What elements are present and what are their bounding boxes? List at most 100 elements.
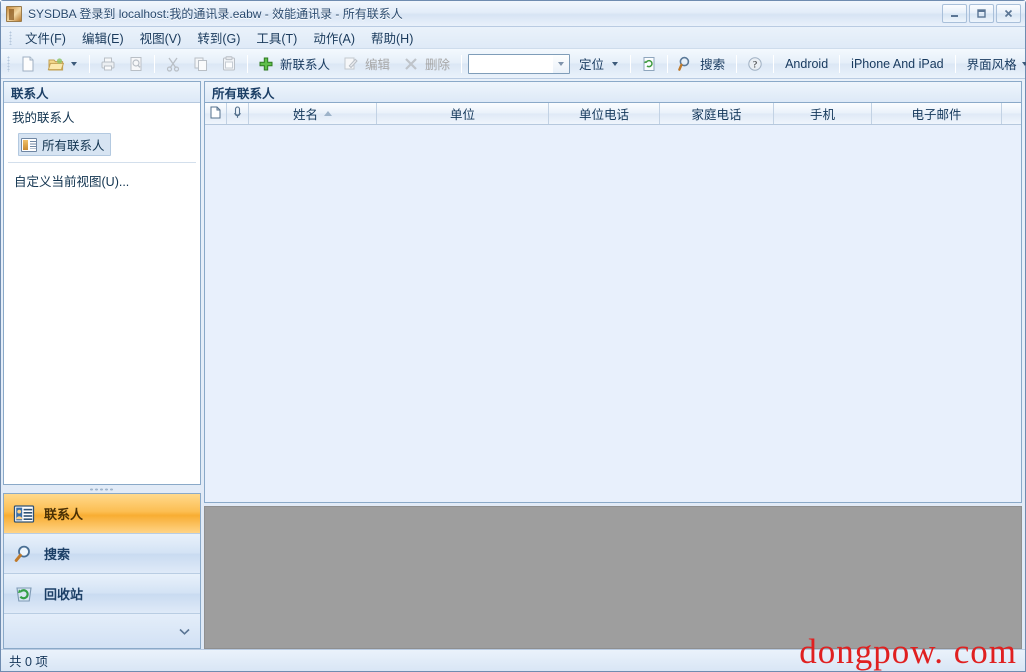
- window-controls: [942, 4, 1023, 23]
- sidebar-item-all-contacts-label: 所有联系人: [42, 135, 105, 154]
- refresh-list-icon: [640, 55, 658, 73]
- new-contact-button[interactable]: 新联系人: [252, 52, 337, 76]
- customize-view-link[interactable]: 自定义当前视图(U)...: [14, 171, 200, 190]
- title-bar: SYSDBA 登录到 localhost:我的通讯录.eabw - 效能通讯录 …: [1, 1, 1025, 27]
- contacts-listview[interactable]: 姓名 单位 单位电话 家庭电话 手机: [204, 102, 1022, 503]
- menu-actions[interactable]: 动作(A): [305, 25, 363, 50]
- locate-combo[interactable]: [468, 54, 570, 74]
- iphone-ipad-button[interactable]: iPhone And iPad: [844, 52, 950, 76]
- iphone-ipad-label: iPhone And iPad: [851, 57, 943, 71]
- nav-button-contacts-label: 联系人: [44, 504, 83, 523]
- edit-button[interactable]: 编辑: [337, 52, 397, 76]
- skin-label: 界面风格: [967, 54, 1017, 73]
- nav-button-search[interactable]: 搜索: [4, 534, 200, 574]
- menu-goto[interactable]: 转到(G): [189, 25, 248, 50]
- open-dropdown-caret[interactable]: [71, 62, 77, 66]
- nav-more-button[interactable]: [4, 614, 200, 648]
- nav-button-recycle-bin[interactable]: 回收站: [4, 574, 200, 614]
- new-button[interactable]: [14, 52, 42, 76]
- locate-input[interactable]: [469, 56, 553, 72]
- column-header-home-phone[interactable]: 家庭电话: [660, 103, 774, 124]
- menu-bar: 文件(F) 编辑(E) 视图(V) 转到(G) 工具(T) 动作(A) 帮助(H…: [1, 27, 1025, 49]
- help-button[interactable]: ?: [741, 52, 769, 76]
- android-label: Android: [785, 57, 828, 71]
- help-icon: ?: [746, 55, 764, 73]
- main-body: 联系人 我的联系人 所有联系人 自定义当前视图(U)...: [1, 79, 1025, 649]
- column-header-company[interactable]: 单位: [377, 103, 549, 124]
- open-button[interactable]: [42, 52, 85, 76]
- column-header-work-phone[interactable]: 单位电话: [549, 103, 660, 124]
- plus-icon: [257, 55, 275, 73]
- toolbar-separator-2: [154, 55, 155, 73]
- toolbar: 新联系人 编辑 删除 定位: [1, 49, 1025, 79]
- new-contact-label: 新联系人: [278, 54, 332, 73]
- paste-icon: [220, 55, 238, 73]
- toolbar-separator-1: [89, 55, 90, 73]
- refresh-list-button[interactable]: [635, 52, 663, 76]
- customize-view-label: 自定义当前视图(U)...: [14, 175, 129, 189]
- delete-button[interactable]: 删除: [397, 52, 457, 76]
- column-header-email[interactable]: 电子邮件: [872, 103, 1002, 124]
- search-label: 搜索: [698, 54, 727, 73]
- locate-button[interactable]: 定位: [572, 52, 626, 76]
- skin-button[interactable]: 界面风格: [960, 52, 1026, 76]
- contact-card-icon: [21, 138, 37, 152]
- menu-view[interactable]: 视图(V): [132, 25, 190, 50]
- sidebar-item-all-contacts[interactable]: 所有联系人: [18, 133, 111, 156]
- cut-button[interactable]: [159, 52, 187, 76]
- menu-goto-label: 转到(G): [197, 32, 240, 46]
- locate-dropdown-caret[interactable]: [612, 62, 618, 66]
- open-folder-icon: [47, 55, 65, 73]
- splitter-grip-icon: [89, 488, 115, 491]
- content-header: 所有联系人: [204, 81, 1022, 102]
- search-button[interactable]: 搜索: [672, 52, 732, 76]
- folder-group-label: 我的联系人: [4, 103, 200, 130]
- menu-file[interactable]: 文件(F): [17, 25, 74, 50]
- svg-text:?: ?: [753, 59, 757, 69]
- contacts-icon: [13, 504, 35, 524]
- delete-label: 删除: [423, 54, 452, 73]
- column-header-company-label: 单位: [450, 104, 475, 123]
- preview-pane: [204, 506, 1022, 649]
- toolbar-separator-8: [773, 55, 774, 73]
- close-button[interactable]: [996, 4, 1021, 23]
- menu-edit[interactable]: 编辑(E): [74, 25, 132, 50]
- nav-button-contacts[interactable]: 联系人: [4, 494, 200, 534]
- menu-actions-label: 动作(A): [313, 32, 355, 46]
- menu-tools[interactable]: 工具(T): [248, 25, 305, 50]
- print-button[interactable]: [94, 52, 122, 76]
- android-button[interactable]: Android: [778, 52, 835, 76]
- menu-file-label: 文件(F): [25, 32, 66, 46]
- column-header-mobile[interactable]: 手机: [774, 103, 872, 124]
- pane-splitter[interactable]: [3, 485, 201, 493]
- column-header-note[interactable]: [227, 103, 249, 124]
- locate-label: 定位: [577, 54, 606, 73]
- menu-help-label: 帮助(H): [371, 32, 413, 46]
- folder-tree: 我的联系人 所有联系人 自定义当前视图(U)...: [4, 103, 200, 484]
- skin-dropdown-caret[interactable]: [1022, 62, 1026, 66]
- sort-ascending-icon: [324, 111, 332, 116]
- toolbar-separator-10: [955, 55, 956, 73]
- listview-body[interactable]: [205, 125, 1021, 502]
- menu-edit-label: 编辑(E): [82, 32, 124, 46]
- print-preview-button[interactable]: [122, 52, 150, 76]
- minimize-button[interactable]: [942, 4, 967, 23]
- nav-button-recycle-bin-label: 回收站: [44, 584, 83, 603]
- locate-combo-arrow[interactable]: [553, 55, 569, 73]
- menu-view-label: 视图(V): [140, 32, 182, 46]
- left-pane: 联系人 我的联系人 所有联系人 自定义当前视图(U)...: [3, 81, 201, 649]
- new-document-icon: [19, 55, 37, 73]
- status-item-count: 共 0 项: [9, 651, 48, 670]
- column-header-name[interactable]: 姓名: [249, 103, 377, 124]
- scissors-icon: [164, 55, 182, 73]
- menu-help[interactable]: 帮助(H): [363, 25, 421, 50]
- maximize-button[interactable]: [969, 4, 994, 23]
- navigation-pane: 联系人 搜索 回收站: [3, 493, 201, 649]
- status-bar: 共 0 项: [1, 649, 1025, 671]
- toolbar-separator-3: [247, 55, 248, 73]
- column-header-attachment[interactable]: [205, 103, 227, 124]
- copy-button[interactable]: [187, 52, 215, 76]
- toolbar-grip[interactable]: [7, 56, 10, 72]
- paste-button[interactable]: [215, 52, 243, 76]
- column-header-name-label: 姓名: [293, 104, 318, 123]
